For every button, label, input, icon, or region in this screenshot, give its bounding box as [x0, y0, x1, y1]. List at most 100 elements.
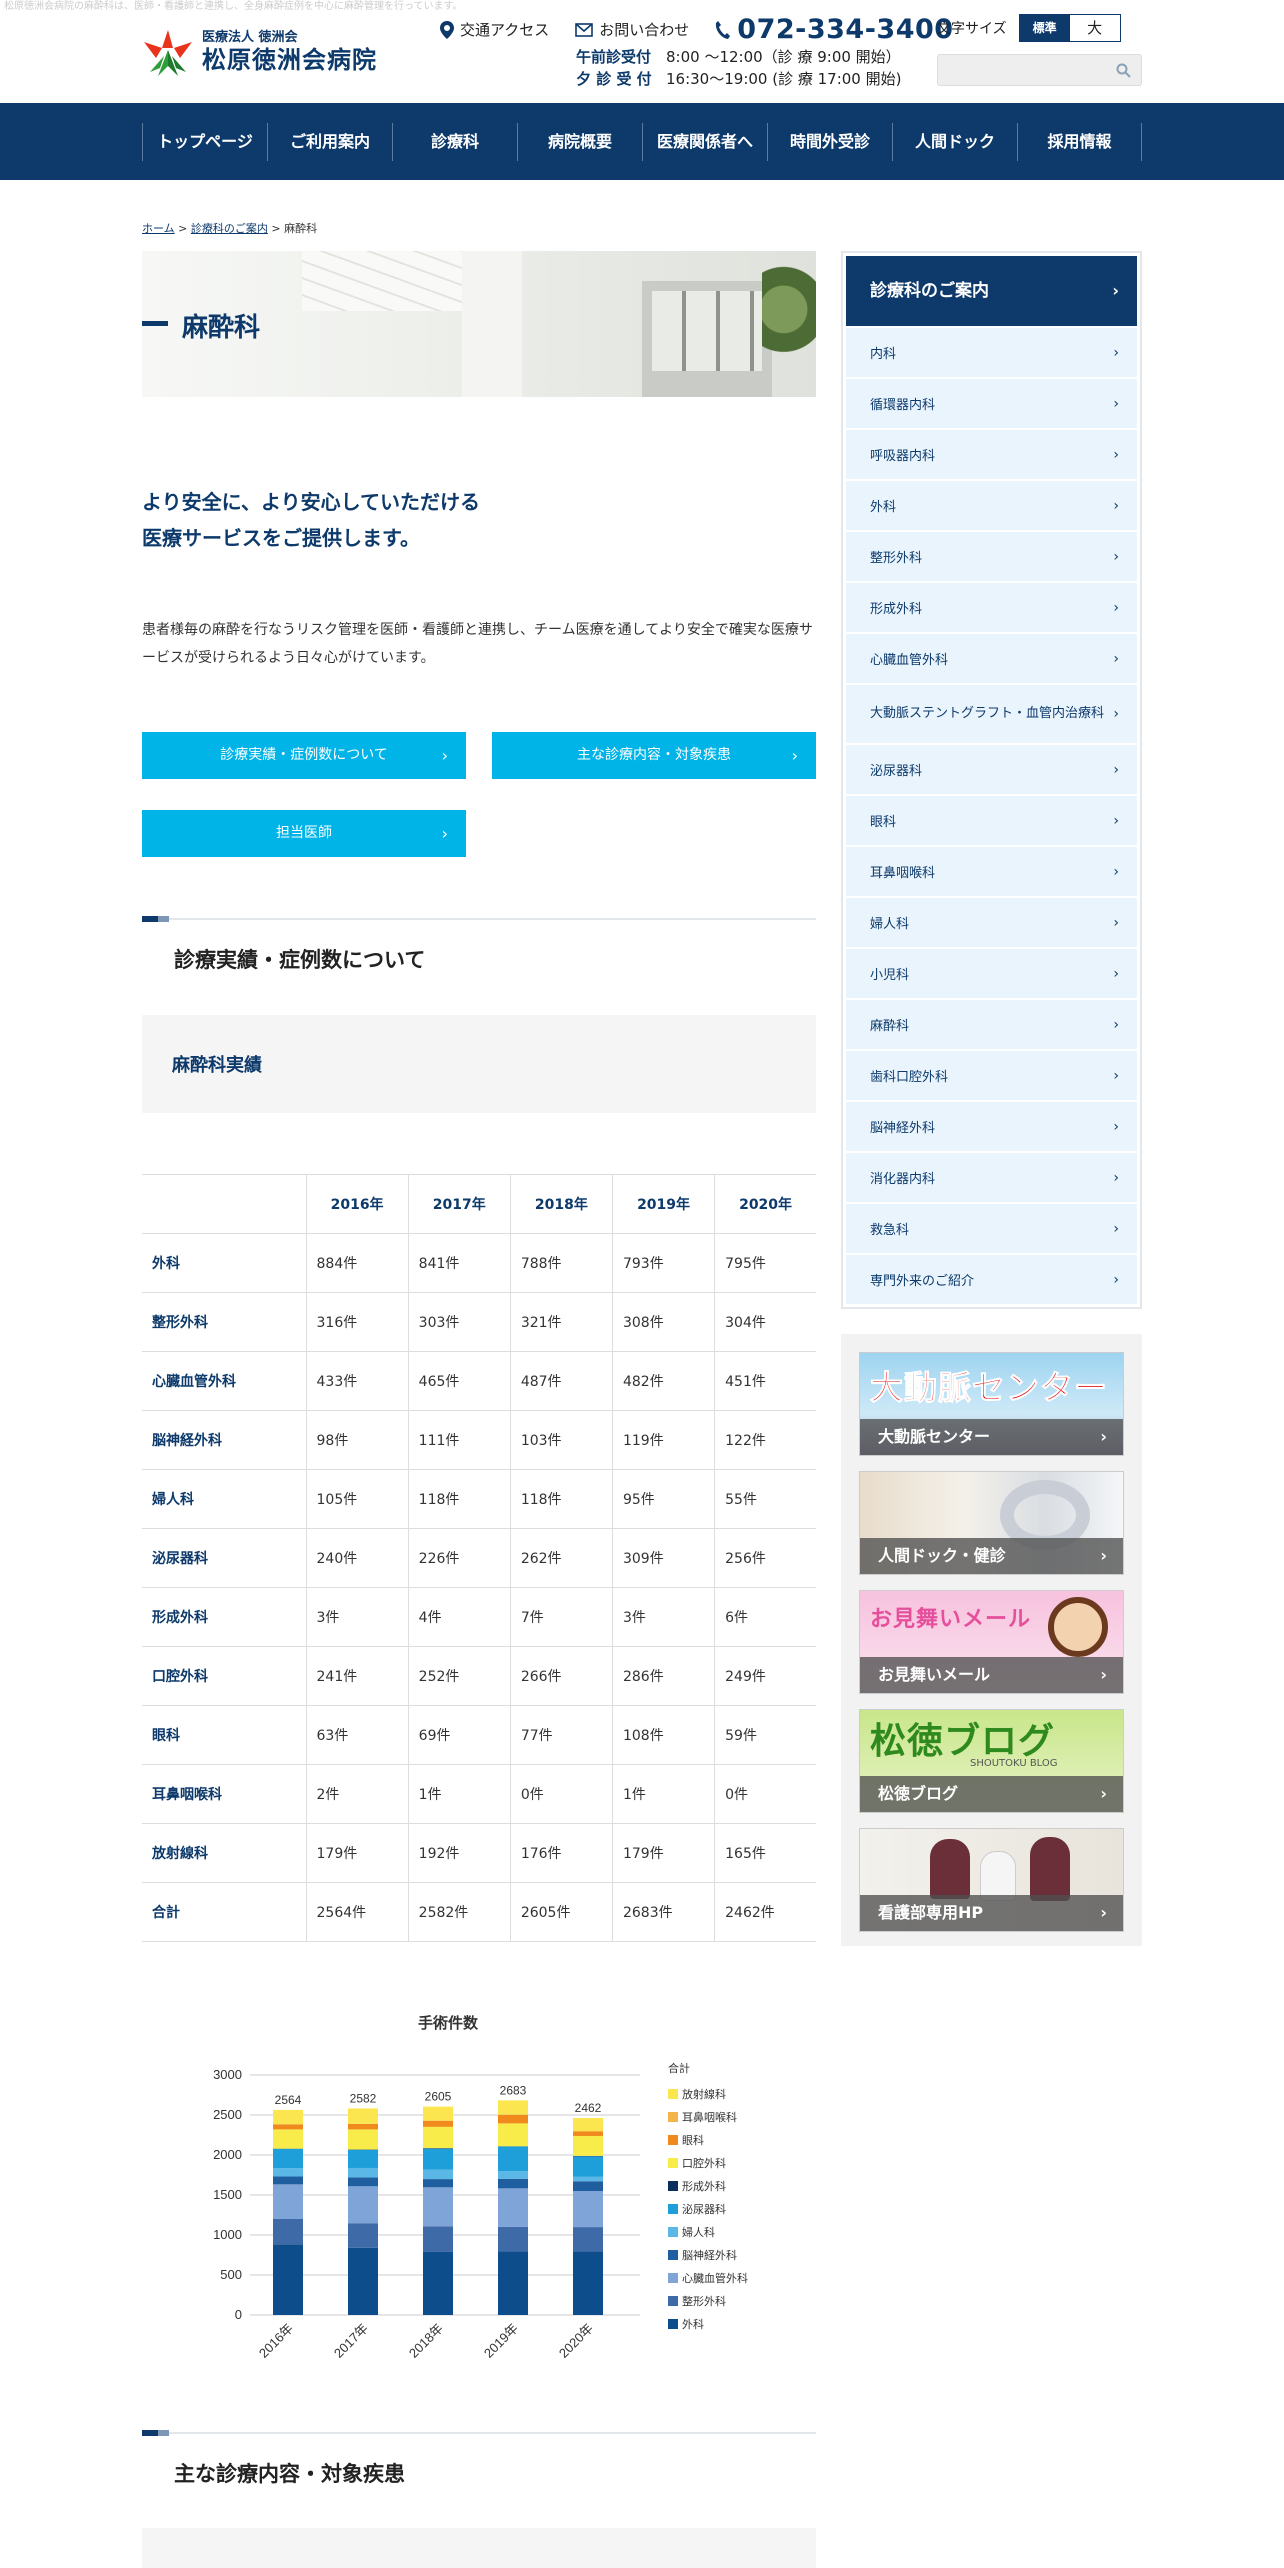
- search-input[interactable]: [937, 54, 1142, 86]
- banner-blog[interactable]: 松徳ブログ SHOUTOKU BLOG 松徳ブログ ›: [859, 1709, 1124, 1813]
- tel-link[interactable]: 072-334-3400: [715, 14, 953, 45]
- sidebar-item[interactable]: 小児科 ›: [846, 947, 1137, 998]
- sidebar-item[interactable]: 呼吸器内科 ›: [846, 428, 1137, 479]
- bar-segment: [498, 2188, 528, 2227]
- table-cell: 482件: [611, 1351, 715, 1411]
- nav-item-checkup[interactable]: 人間ドック: [892, 123, 1017, 161]
- contact-link[interactable]: お問い合わせ: [575, 19, 689, 40]
- table-cell: 118件: [407, 1469, 511, 1529]
- nav-item-after-hours[interactable]: 時間外受診: [767, 123, 892, 161]
- treatments-anchor-label: 主な診療内容・対象疾患: [577, 747, 731, 763]
- sidebar-item[interactable]: 内科 ›: [846, 326, 1137, 377]
- hero-pillar-decoration: [462, 251, 522, 397]
- sidebar-item[interactable]: 専門外来のご紹介 ›: [846, 1253, 1137, 1304]
- banner-checkup[interactable]: 人間ドック・健診 ›: [859, 1471, 1124, 1575]
- table-corner-cell: [142, 1174, 306, 1234]
- sidebar-item[interactable]: 歯科口腔外科 ›: [846, 1049, 1137, 1100]
- access-link[interactable]: 交通アクセス: [440, 19, 549, 40]
- banner-nursing[interactable]: 看護部専用HP ›: [859, 1828, 1124, 1932]
- hospital-logo-icon: [144, 30, 192, 76]
- sidebar-departments: 診療科のご案内 › 内科 › 循環器内科 › 呼吸器内科 › 外科 › 整形外科 › 形成外科 › 心臓…: [841, 251, 1142, 1309]
- sidebar-head[interactable]: 診療科のご案内 ›: [846, 256, 1137, 326]
- legend-swatch: [668, 2112, 678, 2122]
- banner-get-well-mail[interactable]: お見舞いメール お見舞いメール ›: [859, 1590, 1124, 1694]
- sidebar-item[interactable]: 循環器内科 ›: [846, 377, 1137, 428]
- table-row: 放射線科 179件 192件 176件 179件 165件: [142, 1823, 816, 1883]
- breadcrumb-departments[interactable]: 診療科のご案内: [191, 222, 268, 235]
- nav-item-recruit[interactable]: 採用情報: [1017, 123, 1142, 161]
- table-cell: 0件: [509, 1764, 613, 1824]
- x-tick-label: 2017年: [331, 2321, 371, 2361]
- nav-item-departments[interactable]: 診療科: [392, 123, 517, 161]
- legend-swatch: [668, 2158, 678, 2168]
- site-logo[interactable]: 医療法人 徳洲会 松原徳洲会病院: [142, 28, 377, 78]
- sidebar-item-label: 大動脈ステントグラフト・血管内治療科: [870, 706, 1105, 721]
- sidebar-item-label: 眼科: [870, 815, 897, 830]
- section-heading-treatments: 主な診療内容・対象疾患: [142, 2430, 816, 2492]
- bar-segment: [423, 2226, 453, 2252]
- bar-segment: [348, 2247, 378, 2315]
- sidebar-item[interactable]: 眼科 ›: [846, 794, 1137, 845]
- bar-total-label: 2582: [350, 2091, 377, 2105]
- sidebar-item[interactable]: 麻酔科 ›: [846, 998, 1137, 1049]
- table-cell: 241件: [305, 1646, 409, 1706]
- bar-segment: [423, 2106, 453, 2121]
- chevron-right-icon: ›: [1113, 650, 1119, 667]
- bar-segment: [498, 2251, 528, 2315]
- font-large-button[interactable]: 大: [1069, 15, 1120, 41]
- banner-aorta-center[interactable]: 大動脈センター 大動脈センター ›: [859, 1352, 1124, 1456]
- sidebar-item-label: 救急科: [870, 1223, 910, 1238]
- sidebar-item[interactable]: 形成外科 ›: [846, 581, 1137, 632]
- sidebar-item-label: 消化器内科: [870, 1172, 936, 1187]
- results-anchor-button[interactable]: 診療実績・症例数について ›: [142, 732, 466, 779]
- bar-segment: [498, 2114, 528, 2124]
- search-icon[interactable]: [1116, 63, 1131, 78]
- breadcrumb-home[interactable]: ホーム: [142, 222, 175, 235]
- sidebar-item[interactable]: 耳鼻咽喉科 ›: [846, 845, 1137, 896]
- row-dept-label: 脳神経外科: [142, 1410, 306, 1470]
- table-cell: 2件: [305, 1764, 409, 1824]
- bar-segment: [573, 2131, 603, 2136]
- chevron-right-icon: ›: [1100, 1784, 1107, 1803]
- nav-item-guide[interactable]: ご利用案内: [267, 123, 392, 161]
- breadcrumb: ホーム > 診療科のご案内 > 麻酔科: [142, 220, 317, 236]
- table-cell: 176件: [509, 1823, 613, 1883]
- x-tick-label: 2020年: [556, 2321, 596, 2361]
- bar-segment: [273, 2168, 303, 2177]
- treatments-anchor-button[interactable]: 主な診療内容・対象疾患 ›: [492, 732, 816, 779]
- sidebar-item[interactable]: 整形外科 ›: [846, 530, 1137, 581]
- bar-segment: [423, 2126, 453, 2149]
- bar-segment: [498, 2146, 528, 2172]
- year-header: 2020年: [714, 1174, 816, 1234]
- banner-label: 人間ドック・健診: [878, 1546, 1006, 1565]
- nav-item-professionals[interactable]: 医療関係者へ: [642, 123, 767, 161]
- table-cell: 179件: [305, 1823, 409, 1883]
- chevron-right-icon: ›: [1113, 914, 1119, 931]
- legend-swatch: [668, 2204, 678, 2214]
- sidebar-item[interactable]: 消化器内科 ›: [846, 1151, 1137, 1202]
- sidebar-item-label: 心臓血管外科: [870, 653, 949, 668]
- bar-segment: [348, 2186, 378, 2224]
- chevron-right-icon: ›: [1113, 344, 1119, 361]
- font-standard-button[interactable]: 標準: [1019, 15, 1070, 41]
- sidebar-item[interactable]: 泌尿器科 ›: [846, 743, 1137, 794]
- sidebar-item[interactable]: 婦人科 ›: [846, 896, 1137, 947]
- doctors-anchor-button[interactable]: 担当医師 ›: [142, 810, 466, 857]
- sidebar-item[interactable]: 心臓血管外科 ›: [846, 632, 1137, 683]
- section-title: 主な診療内容・対象疾患: [174, 2462, 405, 2486]
- table-cell: 304件: [714, 1292, 816, 1352]
- y-tick-label: 0: [235, 2307, 242, 2322]
- nav-item-about[interactable]: 病院概要: [517, 123, 642, 161]
- bar-segment: [573, 2156, 603, 2177]
- chevron-right-icon: ›: [1113, 812, 1119, 829]
- bar-total-label: 2462: [575, 2101, 602, 2115]
- chevron-right-icon: ›: [1112, 281, 1119, 300]
- table-cell: 2605件: [509, 1882, 613, 1942]
- sidebar-item-label: 婦人科: [870, 917, 910, 932]
- table-cell: 252件: [407, 1646, 511, 1706]
- sidebar-item[interactable]: 救急科 ›: [846, 1202, 1137, 1253]
- sidebar-item[interactable]: 外科 ›: [846, 479, 1137, 530]
- sidebar-item[interactable]: 脳神経外科 ›: [846, 1100, 1137, 1151]
- sidebar-item[interactable]: 大動脈ステントグラフト・血管内治療科 ›: [846, 683, 1137, 743]
- nav-item-top[interactable]: トップページ: [142, 123, 267, 161]
